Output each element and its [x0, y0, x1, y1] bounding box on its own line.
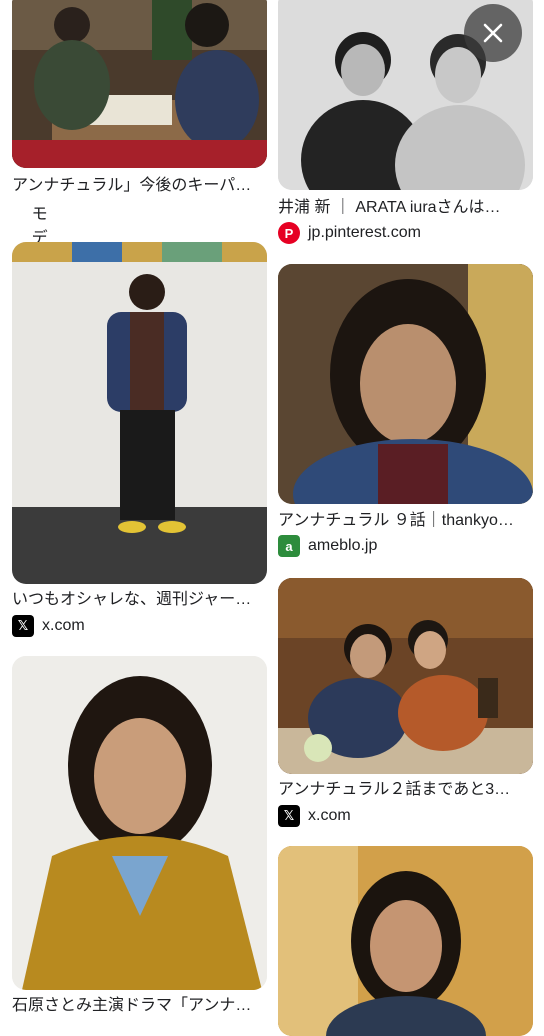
result-caption-2[interactable]: 井浦 新 ｜ ARATA iuraさんは… [278, 198, 533, 218]
result-caption-6[interactable]: 石原さとみ主演ドラマ「アンナ… [12, 996, 267, 1016]
result-source-label-2: jp.pinterest.com [308, 224, 421, 241]
ameba-icon: a [278, 535, 300, 557]
result-caption-1[interactable]: アンナチュラル」今後のキーパ… [12, 176, 267, 196]
result-caption-3[interactable]: いつもオシャレな、週刊ジャー… [12, 590, 267, 610]
result-source-4[interactable]: a ameblo.jp [278, 535, 377, 557]
close-icon [483, 23, 503, 43]
result-source-label-5: x.com [308, 807, 351, 824]
result-caption-5[interactable]: アンナチュラル２話まであと3… [278, 780, 533, 800]
close-button[interactable] [464, 4, 522, 62]
result-source-2[interactable]: P jp.pinterest.com [278, 222, 421, 244]
result-source-5[interactable]: 𝕏 x.com [278, 805, 351, 827]
result-image-5[interactable] [278, 578, 533, 774]
result-image-7[interactable] [278, 846, 533, 1036]
x-icon: 𝕏 [12, 615, 34, 637]
result-image-6[interactable] [12, 656, 267, 990]
result-image-1[interactable] [12, 0, 267, 168]
result-image-3[interactable] [12, 242, 267, 584]
result-caption-4[interactable]: アンナチュラル ９話｜thankyo… [278, 511, 533, 531]
pinterest-icon: P [278, 222, 300, 244]
result-source-3[interactable]: 𝕏 x.com [12, 615, 85, 637]
result-image-4[interactable] [278, 264, 533, 504]
result-source-label-3: x.com [42, 617, 85, 634]
x-icon: 𝕏 [278, 805, 300, 827]
result-source-label-4: ameblo.jp [308, 537, 378, 554]
